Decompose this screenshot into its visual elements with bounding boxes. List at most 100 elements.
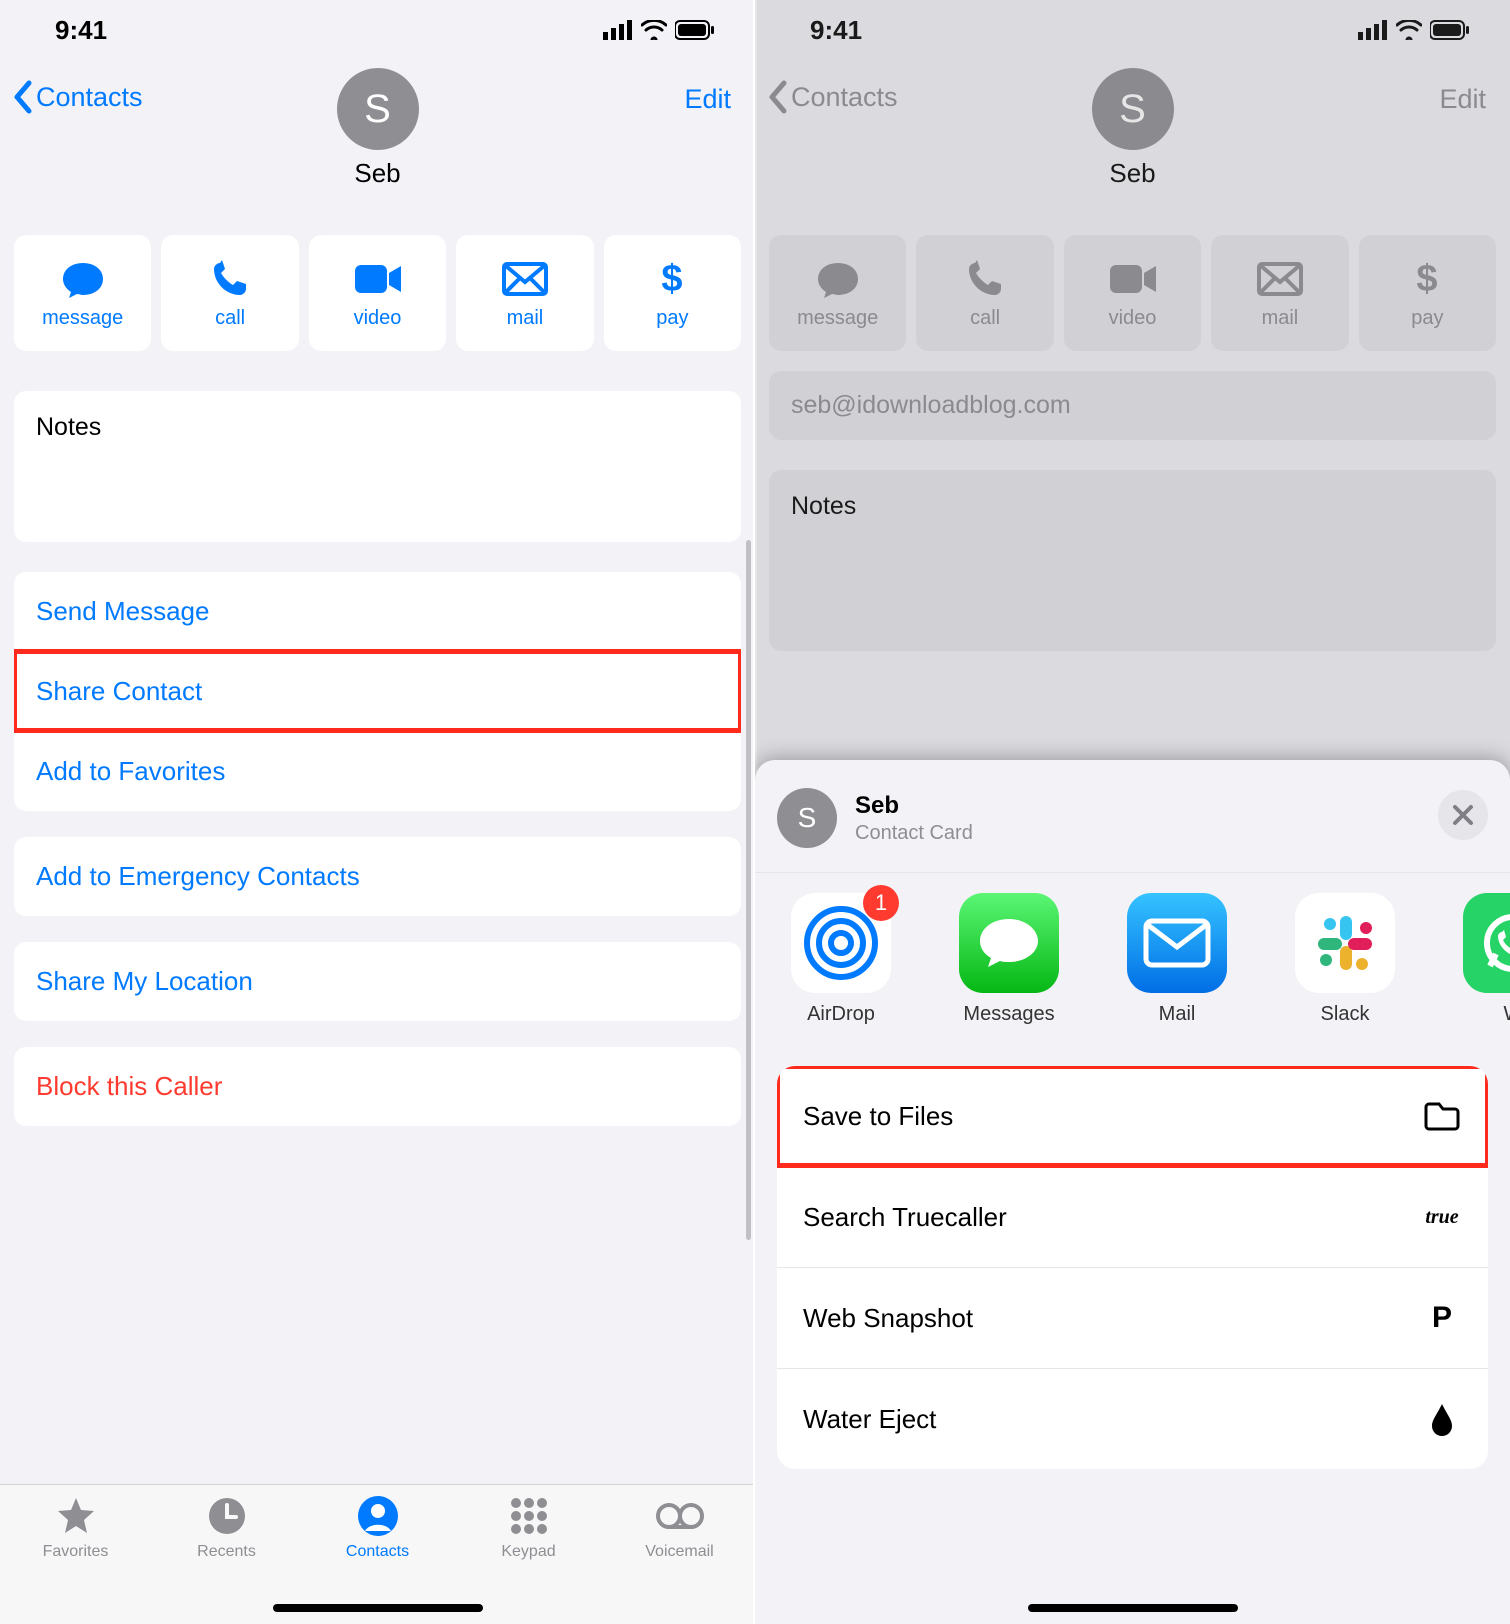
search-truecaller-item[interactable]: Search Truecaller true	[777, 1166, 1488, 1267]
share-header: S Seb Contact Card	[755, 780, 1510, 872]
dollar-icon: $	[1415, 257, 1439, 301]
whatsapp-icon	[1463, 893, 1510, 993]
action-label: Search Truecaller	[803, 1202, 1007, 1233]
message-button[interactable]: message	[769, 235, 906, 351]
add-emergency-item[interactable]: Add to Emergency Contacts	[14, 837, 741, 916]
messages-app[interactable]: Messages	[949, 893, 1069, 1026]
message-icon	[816, 257, 860, 301]
home-indicator[interactable]	[273, 1604, 483, 1612]
share-contact-item[interactable]: Share Contact	[14, 651, 741, 731]
message-icon	[61, 257, 105, 301]
p-icon: P	[1422, 1298, 1462, 1338]
video-button[interactable]: video	[1064, 235, 1201, 351]
messages-icon	[959, 893, 1059, 993]
add-favorites-item[interactable]: Add to Favorites	[14, 731, 741, 811]
notes-card[interactable]: Notes	[769, 470, 1496, 651]
video-button[interactable]: video	[309, 235, 446, 351]
video-icon	[353, 257, 403, 301]
action-label: message	[42, 307, 123, 330]
share-actions-list: Save to Files Search Truecaller true Web…	[777, 1066, 1488, 1469]
call-button[interactable]: call	[916, 235, 1053, 351]
edit-button[interactable]: Edit	[1439, 84, 1486, 115]
scroll-indicator[interactable]	[746, 540, 751, 1240]
truecaller-icon: true	[1422, 1197, 1462, 1237]
action-label: pay	[656, 307, 688, 330]
phone-icon	[965, 257, 1005, 301]
status-bar: 9:41	[755, 0, 1510, 60]
action-label: mail	[1262, 307, 1299, 330]
share-title: Seb	[855, 792, 973, 820]
block-caller-item[interactable]: Block this Caller	[14, 1047, 741, 1126]
block-list: Block this Caller	[14, 1047, 741, 1126]
email-value: seb@idownloadblog.com	[791, 391, 1071, 419]
email-row[interactable]: seb@idownloadblog.com	[769, 371, 1496, 440]
tab-label: Favorites	[43, 1543, 109, 1561]
clock-icon	[206, 1495, 248, 1537]
send-message-item[interactable]: Send Message	[14, 572, 741, 651]
action-label: pay	[1411, 307, 1443, 330]
share-subtitle: Contact Card	[855, 822, 973, 845]
app-label: Messages	[963, 1003, 1054, 1026]
call-button[interactable]: call	[161, 235, 298, 351]
water-eject-item[interactable]: Water Eject	[777, 1368, 1488, 1469]
pay-button[interactable]: $ pay	[604, 235, 741, 351]
action-label: Save to Files	[803, 1101, 953, 1132]
action-row: message call video mail $ pay	[0, 235, 755, 351]
whatsapp-app[interactable]: W	[1453, 893, 1510, 1026]
share-sheet: S Seb Contact Card 1 AirDrop Me	[755, 760, 1510, 1624]
tab-label: Voicemail	[645, 1543, 713, 1561]
cellular-icon	[1358, 20, 1388, 40]
notes-card[interactable]: Notes	[14, 391, 741, 542]
action-label: Water Eject	[803, 1404, 936, 1435]
contact-name: Seb	[755, 158, 1510, 189]
action-label: call	[970, 307, 1000, 330]
dollar-icon: $	[660, 257, 684, 301]
chevron-left-icon	[767, 80, 789, 114]
message-button[interactable]: message	[14, 235, 151, 351]
wifi-icon	[641, 20, 667, 40]
status-time: 9:41	[55, 15, 107, 46]
tab-voicemail[interactable]: Voicemail	[604, 1495, 755, 1624]
avatar[interactable]: S	[1092, 68, 1174, 150]
close-icon	[1452, 804, 1474, 826]
nav-header: Contacts Edit S Seb	[755, 60, 1510, 225]
emergency-list: Add to Emergency Contacts	[14, 837, 741, 916]
close-button[interactable]	[1438, 790, 1488, 840]
slack-icon	[1295, 893, 1395, 993]
mail-button[interactable]: mail	[456, 235, 593, 351]
web-snapshot-item[interactable]: Web Snapshot P	[777, 1267, 1488, 1368]
airdrop-app[interactable]: 1 AirDrop	[781, 893, 901, 1026]
voicemail-icon	[655, 1495, 705, 1537]
folder-icon	[1422, 1096, 1462, 1136]
edit-button[interactable]: Edit	[684, 84, 731, 115]
pay-button[interactable]: $ pay	[1359, 235, 1496, 351]
wifi-icon	[1396, 20, 1422, 40]
share-apps-row[interactable]: 1 AirDrop Messages Mail	[755, 872, 1510, 1036]
mail-button[interactable]: mail	[1211, 235, 1348, 351]
notes-label: Notes	[36, 413, 101, 441]
tab-label: Keypad	[501, 1543, 555, 1561]
action-row: message call video mail $ pay	[755, 235, 1510, 351]
share-avatar: S	[777, 788, 837, 848]
mail-app[interactable]: Mail	[1117, 893, 1237, 1026]
phone-left: 9:41 Contacts Edit S Seb message call vi…	[0, 0, 755, 1624]
status-icons	[1358, 20, 1470, 40]
battery-icon	[675, 20, 715, 40]
back-label: Contacts	[36, 82, 143, 113]
keypad-icon	[508, 1495, 550, 1537]
avatar[interactable]: S	[337, 68, 419, 150]
slack-app[interactable]: Slack	[1285, 893, 1405, 1026]
svg-text:$: $	[662, 259, 683, 299]
back-button[interactable]: Contacts	[12, 80, 143, 114]
svg-text:P: P	[1432, 1303, 1452, 1333]
phone-icon	[210, 257, 250, 301]
action-label: call	[215, 307, 245, 330]
airdrop-icon: 1	[791, 893, 891, 993]
home-indicator[interactable]	[1028, 1604, 1238, 1612]
share-location-item[interactable]: Share My Location	[14, 942, 741, 1021]
tab-favorites[interactable]: Favorites	[0, 1495, 151, 1624]
action-label: message	[797, 307, 878, 330]
battery-icon	[1430, 20, 1470, 40]
back-button[interactable]: Contacts	[767, 80, 898, 114]
save-to-files-item[interactable]: Save to Files	[777, 1066, 1488, 1166]
